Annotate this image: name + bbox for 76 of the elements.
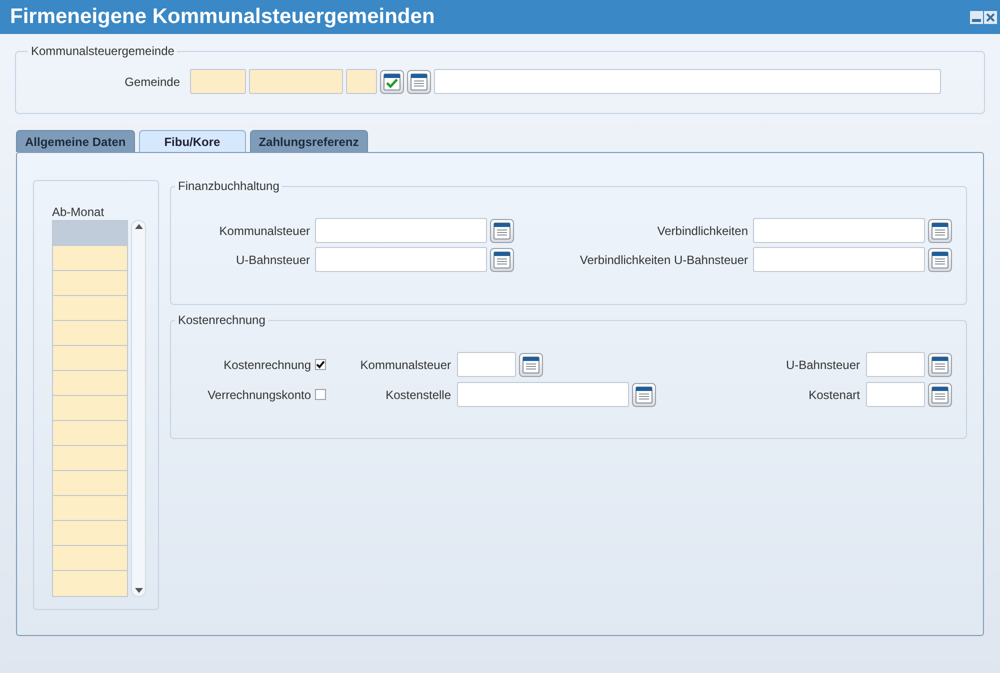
field-label: Kostenart	[808, 386, 861, 404]
checkbox[interactable]	[315, 389, 326, 400]
field-label: U-Bahnsteuer	[234, 252, 311, 268]
list-row[interactable]	[53, 471, 127, 496]
document-list-icon	[522, 356, 540, 374]
checkbox-label: Kostenrechnung	[222, 356, 312, 374]
lookup-button[interactable]	[928, 382, 952, 406]
scrollbar[interactable]	[131, 220, 146, 597]
list-row[interactable]	[53, 421, 127, 446]
document-list-icon	[931, 250, 949, 268]
field-label: Kommunalsteuer	[218, 222, 311, 240]
document-list-icon	[493, 222, 511, 240]
tab[interactable]: Allgemeine Daten	[16, 130, 135, 152]
lookup-button[interactable]	[519, 352, 543, 376]
input-field[interactable]	[315, 218, 487, 243]
input-field[interactable]	[315, 247, 487, 272]
list-row[interactable]	[53, 496, 127, 521]
lookup-button[interactable]	[632, 382, 656, 406]
field-label: Verbindlichkeiten	[656, 222, 749, 240]
tab[interactable]: Fibu/Kore	[138, 130, 246, 152]
input-field[interactable]	[190, 69, 246, 94]
list-row[interactable]	[53, 246, 127, 271]
document-list-icon	[931, 222, 949, 240]
list-row[interactable]	[53, 296, 127, 321]
input-field[interactable]	[346, 69, 377, 94]
list-row[interactable]	[53, 321, 127, 346]
input-field[interactable]	[457, 352, 516, 377]
field-label: Kommunalsteuer	[359, 356, 452, 374]
list-row[interactable]	[53, 546, 127, 571]
field-label: Verbindlichkeiten U-Bahnsteuer	[578, 252, 749, 268]
list-row[interactable]	[53, 446, 127, 471]
list-row[interactable]	[53, 271, 127, 296]
minimize-button[interactable]	[970, 10, 983, 24]
field-label: Gemeinde	[124, 74, 181, 90]
input-field[interactable]	[249, 69, 343, 94]
scroll-down-icon	[134, 588, 142, 593]
list-header: Ab-Monat	[52, 204, 106, 220]
list-row[interactable]	[53, 521, 127, 546]
check-document-icon	[383, 72, 401, 90]
close-icon	[986, 12, 995, 22]
document-list-icon	[493, 250, 511, 268]
scroll-up-icon	[134, 224, 142, 229]
lookup-button[interactable]	[928, 218, 952, 242]
lookup-button[interactable]	[928, 352, 952, 376]
checkbox[interactable]	[315, 359, 326, 370]
document-list-icon	[635, 386, 653, 404]
group-title: Kommunalsteuergemeinde	[31, 44, 174, 58]
document-list-icon	[410, 72, 428, 90]
checkbox-label: Verrechnungskonto	[206, 386, 312, 404]
list-row[interactable]	[53, 221, 127, 246]
minimize-icon	[972, 18, 981, 22]
window-title: Firmeneigene Kommunalsteuergemeinden	[10, 4, 435, 30]
field-label: U-Bahnsteuer	[784, 356, 861, 374]
field-label: Kostenstelle	[384, 386, 452, 404]
input-field[interactable]	[866, 382, 925, 407]
input-field[interactable]	[866, 352, 925, 377]
input-field[interactable]	[457, 382, 629, 407]
tab[interactable]: Zahlungsreferenz	[250, 130, 368, 152]
document-list-icon	[931, 386, 949, 404]
input-field[interactable]	[753, 218, 925, 243]
list-row[interactable]	[53, 371, 127, 396]
list-row[interactable]	[53, 571, 127, 596]
lookup-button[interactable]	[490, 218, 514, 242]
lookup-button[interactable]	[407, 70, 431, 94]
input-field[interactable]	[434, 69, 941, 94]
checkmark-icon	[316, 360, 325, 369]
lookup-button[interactable]	[490, 248, 514, 272]
input-field[interactable]	[753, 247, 925, 272]
lookup-button[interactable]	[928, 248, 952, 272]
list-row[interactable]	[53, 346, 127, 371]
group-title: Kostenrechnung	[178, 313, 266, 327]
close-button[interactable]	[984, 10, 997, 24]
document-list-icon	[931, 356, 949, 374]
group-title: Finanzbuchhaltung	[178, 179, 280, 193]
list-row[interactable]	[53, 396, 127, 421]
validate-button[interactable]	[380, 70, 404, 94]
